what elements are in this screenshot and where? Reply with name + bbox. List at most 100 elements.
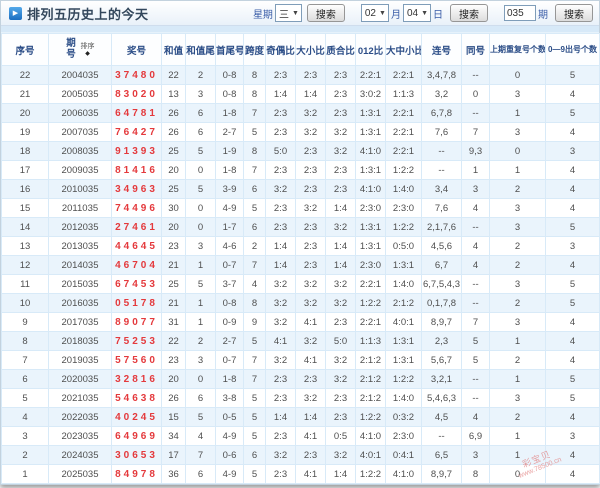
cell-big-small: 3:2	[295, 198, 326, 218]
cell-digit-count: 3	[545, 236, 600, 256]
title-group: ▶ 排列五历史上的今天	[9, 4, 149, 23]
cell-big-mid-small: 2:1:2	[385, 293, 422, 313]
cell-period: 2013035	[48, 236, 112, 256]
cell-consecutive: 8,9,7	[421, 464, 462, 484]
cell-sum: 17	[161, 445, 186, 465]
cell-head-tail: 4-9	[215, 198, 244, 218]
cell-index: 15	[1, 198, 49, 218]
cell-span: 6	[243, 217, 266, 237]
cell-big-mid-small: 2:2:1	[385, 65, 422, 85]
cell-sum: 26	[161, 103, 186, 123]
cell-big-mid-small: 1:4:0	[385, 388, 422, 408]
cell-same: 4	[461, 255, 490, 275]
cell-big-small: 1:4	[295, 84, 326, 104]
titlebar: ▶ 排列五历史上的今天 星期 三 ▼ 搜索 02 ▼ 月 04 ▼ 日 搜索 0…	[1, 1, 599, 26]
cell-digit-count: 5	[545, 103, 600, 123]
table-row: 17 2009035 81416 20 0 1-8 7 2:3 2:3 2:3 1:3:1 1:2:2…	[1, 160, 600, 180]
column-header-sum-tail: 和值尾	[185, 33, 216, 66]
cell-period: 2017035	[48, 312, 112, 332]
cell-sum: 23	[161, 350, 186, 370]
cell-repeat-count: 1	[489, 426, 546, 446]
cell-index: 17	[1, 160, 49, 180]
cell-zero12: 1:3:1	[355, 217, 386, 237]
cell-sum-tail: 1	[185, 255, 216, 275]
issue-search-button[interactable]: 搜索	[555, 4, 593, 22]
cell-same: 3	[461, 179, 490, 199]
cell-prime-composite: 3:2	[325, 217, 356, 237]
cell-sum: 25	[161, 274, 186, 294]
cell-period: 2016035	[48, 293, 112, 313]
cell-head-tail: 1-8	[215, 103, 244, 123]
cell-repeat-count: 1	[489, 103, 546, 123]
cell-prime-composite: 3:2	[325, 293, 356, 313]
cell-prime-composite: 1:4	[325, 236, 356, 256]
cell-prime-composite: 2:3	[325, 179, 356, 199]
cell-index: 22	[1, 65, 49, 85]
cell-head-tail: 1-7	[215, 217, 244, 237]
cell-span: 6	[243, 445, 266, 465]
cell-prime-composite: 0:5	[325, 426, 356, 446]
cell-big-small: 2:3	[295, 255, 326, 275]
cell-index: 18	[1, 141, 49, 161]
cell-same: 0	[461, 84, 490, 104]
cell-odd-even: 2:3	[265, 426, 296, 446]
column-header-period-label: 期号	[66, 37, 76, 60]
search-controls: 星期 三 ▼ 搜索 02 ▼ 月 04 ▼ 日 搜索 期 搜索	[251, 4, 593, 22]
cell-big-mid-small: 4:1:0	[385, 464, 422, 484]
cell-head-tail: 1-8	[215, 160, 244, 180]
month-select[interactable]: 02 ▼	[360, 4, 389, 22]
cell-digit-count: 4	[545, 312, 600, 332]
cell-consecutive: 7,6	[421, 122, 462, 142]
cell-big-mid-small: 1:4:0	[385, 179, 422, 199]
cell-prime-composite: 3:2	[325, 274, 356, 294]
table-row: 19 2007035 76427 26 6 2-7 5 2:3 3:2 3:2 1:3:1 2:2:1…	[1, 122, 600, 142]
cell-sum-tail: 6	[185, 103, 216, 123]
cell-zero12: 1:2:2	[355, 464, 386, 484]
cell-zero12: 1:3:1	[355, 236, 386, 256]
chevron-down-icon: ▼	[421, 9, 428, 17]
cell-consecutive: --	[421, 160, 462, 180]
cell-same: 3	[461, 445, 490, 465]
cell-span: 5	[243, 388, 266, 408]
table-row: 22 2004035 37480 22 2 0-8 8 2:3 2:3 2:3 2:2:1 2:2:1…	[1, 65, 600, 85]
cell-number: 37480	[111, 65, 162, 85]
period-sort-button[interactable]: 排序 ◆	[81, 43, 95, 57]
cell-repeat-count: 1	[489, 369, 546, 389]
day-select[interactable]: 04 ▼	[402, 4, 431, 22]
cell-consecutive: 5,4,6,3	[421, 388, 462, 408]
week-select[interactable]: 三 ▼	[274, 4, 302, 22]
cell-consecutive: 3,4	[421, 179, 462, 199]
cell-sum-tail: 0	[185, 369, 216, 389]
cell-zero12: 2:2:1	[355, 274, 386, 294]
cell-odd-even: 4:1	[265, 331, 296, 351]
cell-consecutive: 6,7,5,4,3	[421, 274, 462, 294]
cell-number: 05178	[111, 293, 162, 313]
cell-prime-composite: 1:4	[325, 255, 356, 275]
week-search-button[interactable]: 搜索	[306, 4, 345, 22]
cell-big-mid-small: 1:3:1	[385, 331, 422, 351]
date-search-button[interactable]: 搜索	[450, 4, 488, 22]
cell-sum-tail: 5	[185, 407, 216, 427]
cell-number: 84978	[111, 464, 162, 484]
cell-head-tail: 0-5	[215, 407, 244, 427]
cell-number: 74496	[111, 198, 162, 218]
cell-span: 6	[243, 179, 266, 199]
cell-number: 91393	[111, 141, 162, 161]
cell-zero12: 3:0:2	[355, 84, 386, 104]
cell-index: 1	[1, 464, 49, 484]
table-row: 14 2012035 27461 20 0 1-7 6 2:3 2:3 3:2 1:3:1 1:2:2…	[1, 217, 600, 237]
week-label: 星期	[252, 9, 273, 21]
cell-period: 2025035	[48, 464, 112, 484]
table-row: 4 2022035 40245 15 5 0-5 5 1:4 1:4 2:3 1:2:2 0:3:2 4…	[1, 407, 600, 427]
issue-input[interactable]	[504, 5, 536, 21]
column-header-span: 跨度	[243, 33, 266, 66]
cell-digit-count: 5	[545, 388, 600, 408]
cell-odd-even: 3:2	[265, 350, 296, 370]
cell-same: --	[461, 388, 490, 408]
cell-head-tail: 0-8	[215, 293, 244, 313]
cell-same: 1	[461, 160, 490, 180]
cell-zero12: 2:1:2	[355, 369, 386, 389]
cell-repeat-count: 2	[489, 236, 546, 256]
cell-period: 2007035	[48, 122, 112, 142]
cell-span: 4	[243, 274, 266, 294]
